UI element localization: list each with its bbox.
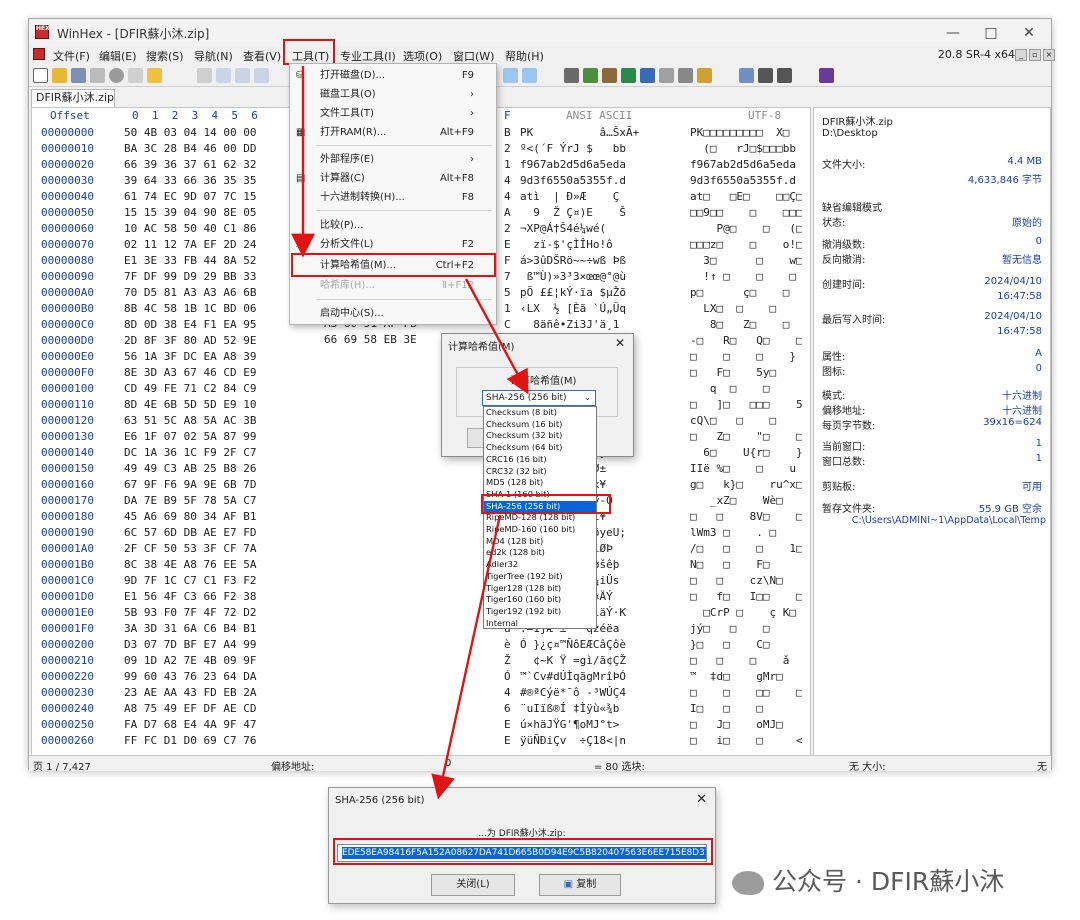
watermark: 公众号 · DFIR蘇小沐 [732,862,1004,898]
arrow-to-result [431,514,502,800]
watermark-text: 公众号 · DFIR蘇小沐 [772,867,1005,896]
arrow-to-hash-dialog [464,278,529,395]
wechat-icon [732,871,764,895]
annotation-arrows [291,66,529,800]
